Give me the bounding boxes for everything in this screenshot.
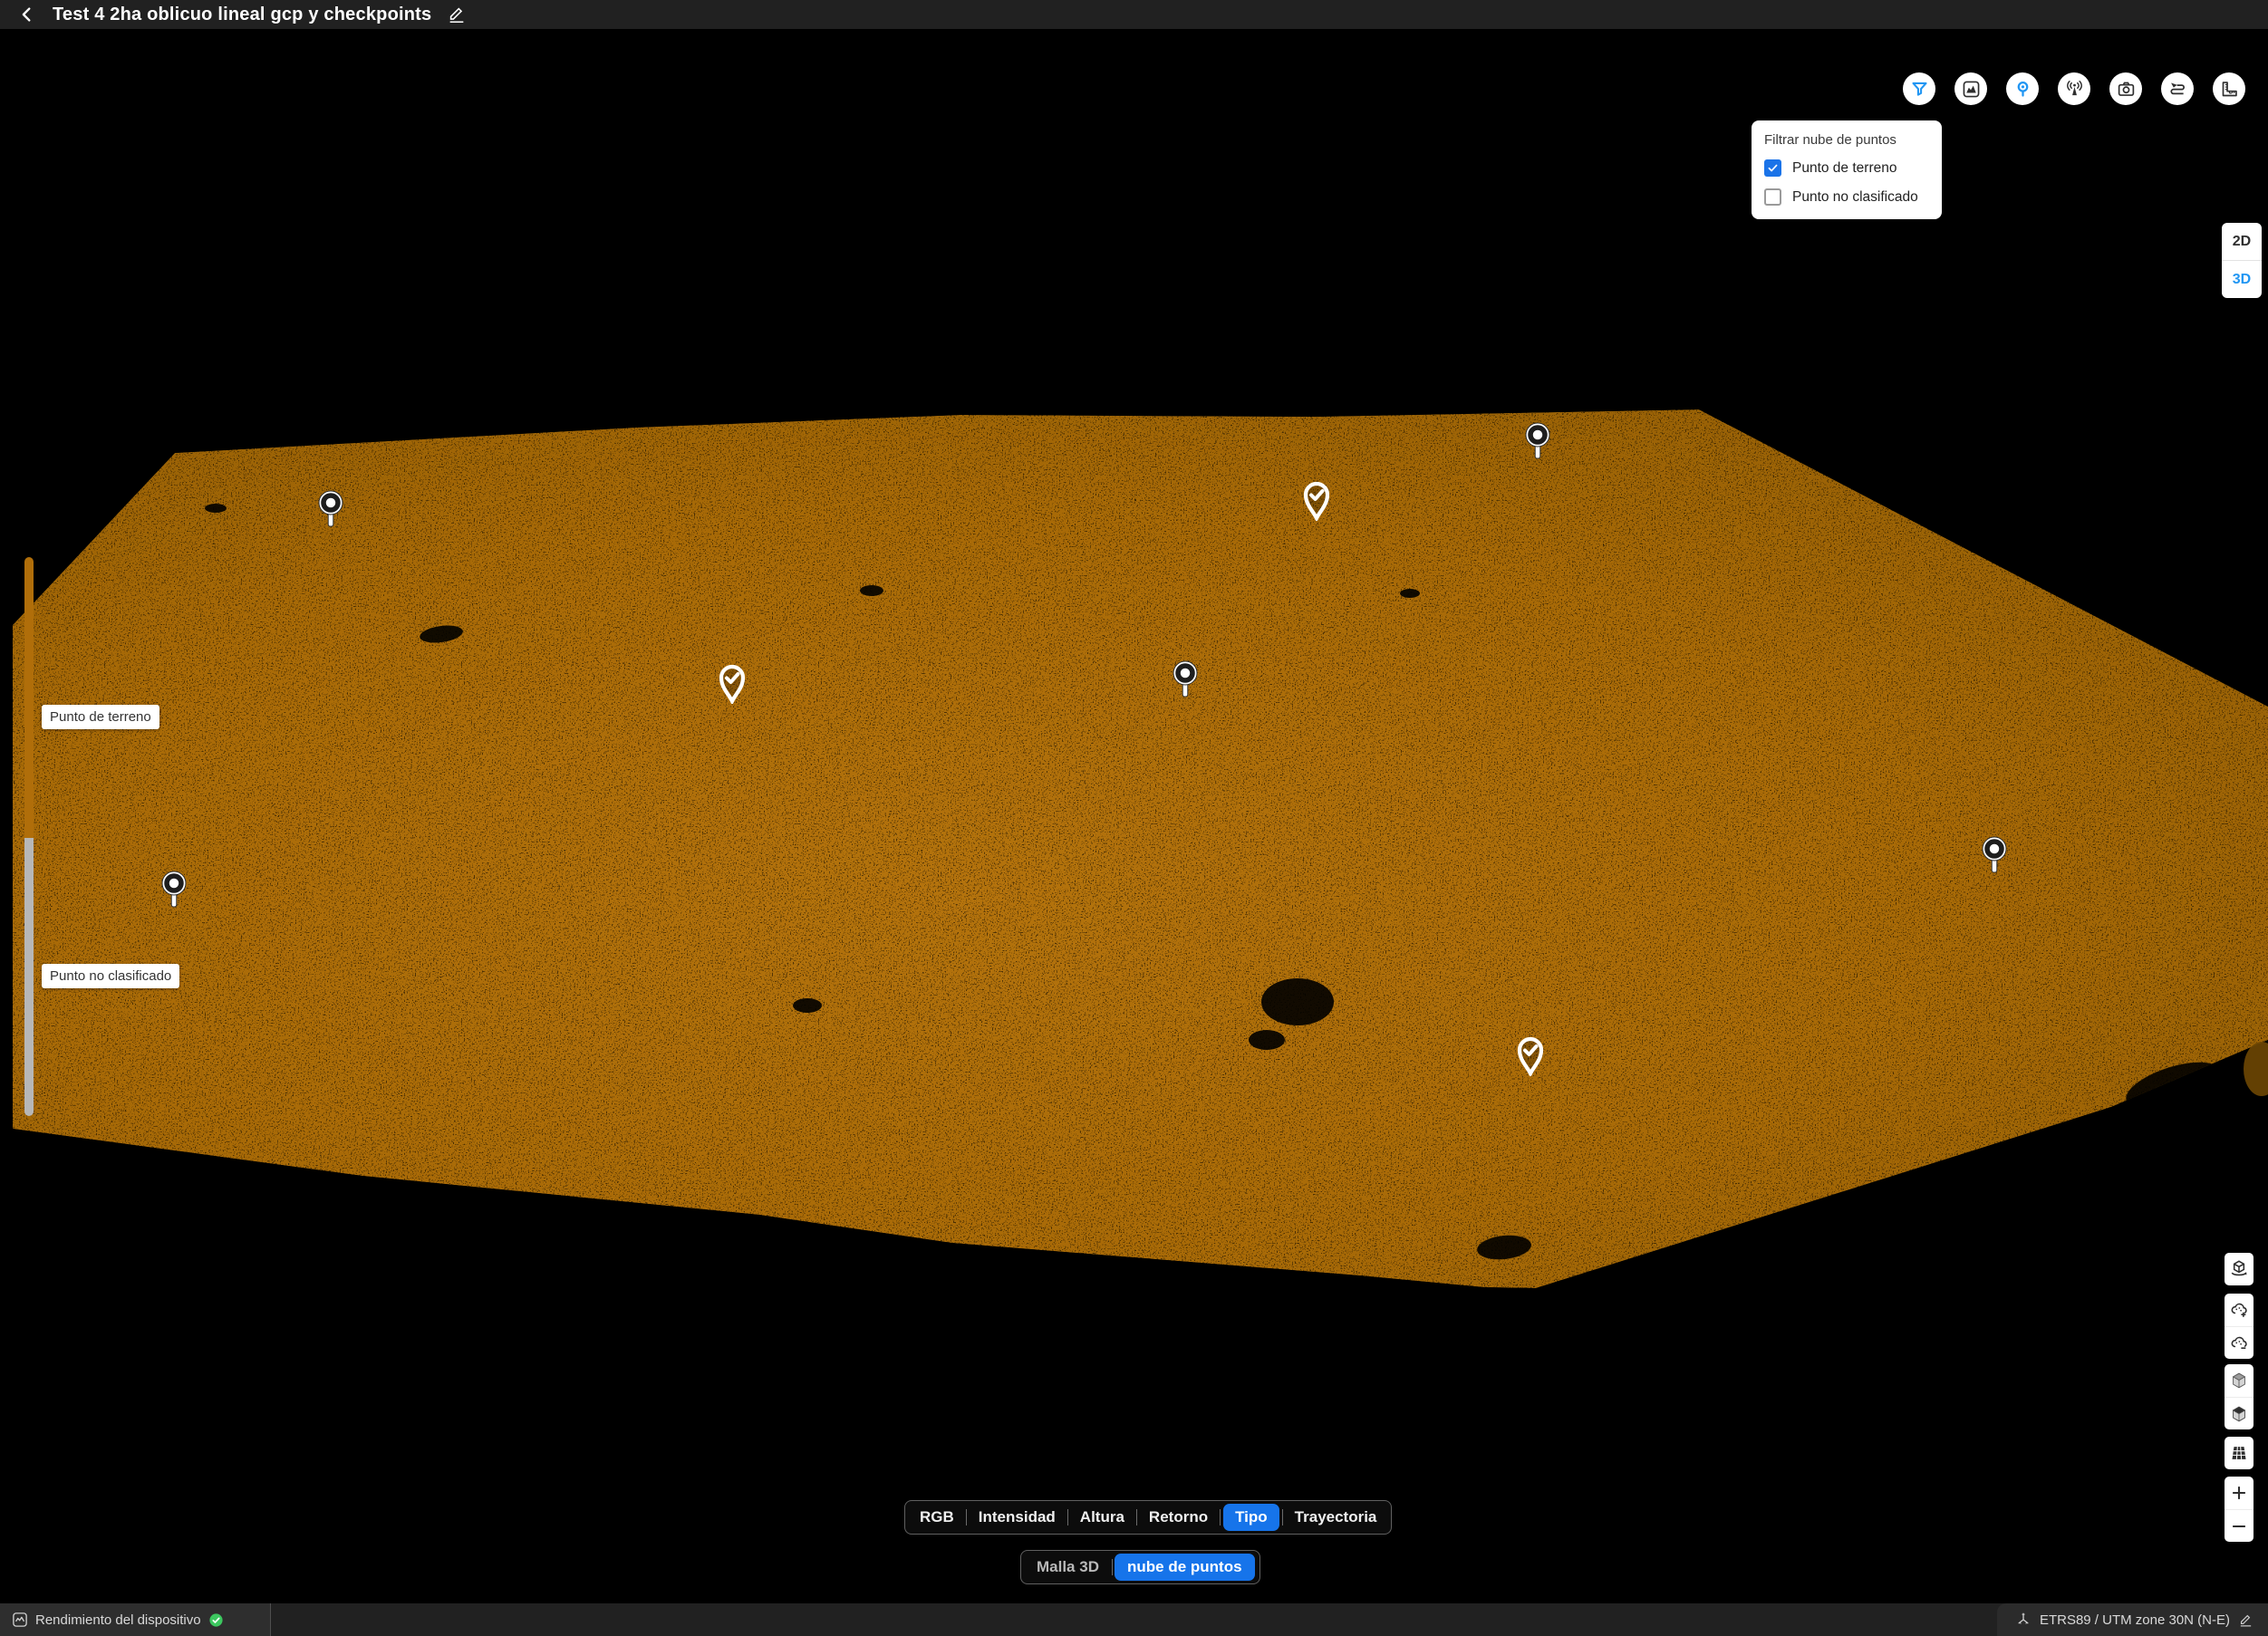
chevron-left-icon [17,5,37,24]
performance-icon [12,1612,28,1628]
flight-route-icon [2168,80,2187,99]
mesh-grid-icon [2229,1443,2249,1463]
filter-panel: Filtrar nube de puntos Punto de terrenoP… [1752,120,1942,219]
flight-route-button[interactable] [2161,72,2194,105]
mesh-grid-button[interactable] [2225,1437,2254,1469]
checkbox-unchecked-icon[interactable] [1764,188,1781,206]
crs-label: ETRS89 / UTM zone 30N (N-E) [2040,1612,2230,1628]
view-dimension-toggle: 2D3D [2222,223,2262,298]
render-mode-altura[interactable]: Altura [1068,1502,1136,1533]
gcp-marker[interactable] [1169,659,1202,701]
filter-panel-title: Filtrar nube de puntos [1764,132,1929,148]
camera-button[interactable] [2109,72,2142,105]
rtk-signal-icon [2065,80,2084,99]
render-mode-tipo[interactable]: Tipo [1223,1504,1279,1531]
measure-button[interactable] [2213,72,2245,105]
check-circle-icon [208,1612,224,1628]
cube-solid-button[interactable] [2225,1364,2254,1397]
viewer-stage: Punto de terreno Punto no clasificado Te… [0,0,2268,1636]
legend-label-unclassified: Punto no clasificado [42,964,179,988]
camera-icon [2117,80,2136,99]
orbit-3d-button[interactable] [2225,1253,2254,1285]
point-cloud-add-button[interactable] [2225,1294,2254,1326]
divider [1112,1559,1113,1575]
device-performance-label: Rendimiento del dispositivo [35,1612,201,1628]
main-toolbar [1903,72,2245,105]
divider [1220,1509,1221,1525]
point-cloud-remove-icon [2229,1333,2249,1353]
cube-solid-icon [2229,1371,2249,1391]
zoom-in-icon [2229,1483,2249,1503]
point-cloud-remove-button[interactable] [2225,1326,2254,1359]
filter-option[interactable]: Punto no clasificado [1764,188,1929,206]
zoom-in-button[interactable] [2225,1477,2254,1509]
filter-options: Punto de terreno Punto no clasificado [1764,159,1929,206]
tool-group [2225,1294,2254,1359]
gcp-marker[interactable] [1978,835,2011,877]
render-mode-trayectoria[interactable]: Trayectoria [1283,1502,1389,1533]
filter-option-label: Punto de terreno [1792,160,1896,177]
layer-switcher: Malla 3Dnube de puntos [1020,1550,1260,1584]
device-performance-button[interactable]: Rendimiento del dispositivo [0,1603,271,1636]
legend-label-terrain: Punto de terreno [42,705,159,729]
checkpoint-marker[interactable] [716,662,748,704]
render-mode-retorno[interactable]: Retorno [1137,1502,1220,1533]
checkbox-checked-icon[interactable] [1764,159,1781,177]
legend-segment-terrain [24,557,34,838]
tool-group [2225,1364,2254,1429]
tool-group [2225,1437,2254,1469]
zoom-out-button[interactable] [2225,1509,2254,1542]
top-bar: Test 4 2ha oblicuo lineal gcp y checkpoi… [0,0,2268,30]
cube-shaded-button[interactable] [2225,1397,2254,1429]
checkpoint-marker[interactable] [1514,1035,1547,1076]
pencil-icon [2238,1612,2254,1628]
tool-group [2225,1253,2254,1285]
gcp-marker-button[interactable] [2006,72,2039,105]
measure-icon [2220,80,2239,99]
view-toggle-3d[interactable]: 3D [2222,260,2262,298]
layer-nube-de-puntos[interactable]: nube de puntos [1115,1554,1255,1581]
gcp-marker[interactable] [314,489,347,531]
gcp-marker[interactable] [1521,421,1554,463]
back-button[interactable] [16,4,38,25]
filter-option-label: Punto no clasificado [1792,189,1918,206]
render-mode-rgb[interactable]: RGB [908,1502,966,1533]
crs-selector[interactable]: ETRS89 / UTM zone 30N (N-E) [1997,1603,2268,1636]
project-title: Test 4 2ha oblicuo lineal gcp y checkpoi… [53,5,431,25]
filter-icon [1910,80,1929,99]
zoom-out-icon [2229,1516,2249,1536]
gcp-marker[interactable] [158,870,190,911]
filter-button[interactable] [1903,72,1935,105]
rtk-signal-button[interactable] [2058,72,2090,105]
gcp-marker-icon [2013,80,2032,99]
axis-icon [2015,1612,2032,1628]
view-toggle-2d[interactable]: 2D [2222,223,2262,260]
viewport-tool-stack [2225,1253,2254,1542]
status-bar: Rendimiento del dispositivo ETRS89 / UTM… [0,1603,2268,1636]
elevation-chart-button[interactable] [1954,72,1987,105]
point-cloud-add-icon [2229,1300,2249,1320]
cube-shaded-icon [2229,1404,2249,1424]
elevation-chart-icon [1962,80,1981,99]
checkpoint-marker[interactable] [1300,479,1333,521]
pencil-icon [447,5,467,24]
classification-legend-bar [24,557,34,1116]
tool-group [2225,1477,2254,1542]
legend-segment-unclassified [24,838,34,1116]
edit-title-button[interactable] [446,4,468,25]
layer-malla-3d[interactable]: Malla 3D [1024,1552,1112,1583]
render-mode-switcher: RGBIntensidadAlturaRetornoTipoTrayectori… [904,1500,1392,1535]
filter-option[interactable]: Punto de terreno [1764,159,1929,177]
orbit-3d-icon [2229,1259,2249,1279]
render-mode-intensidad[interactable]: Intensidad [967,1502,1067,1533]
marker-layer [0,0,2268,1636]
